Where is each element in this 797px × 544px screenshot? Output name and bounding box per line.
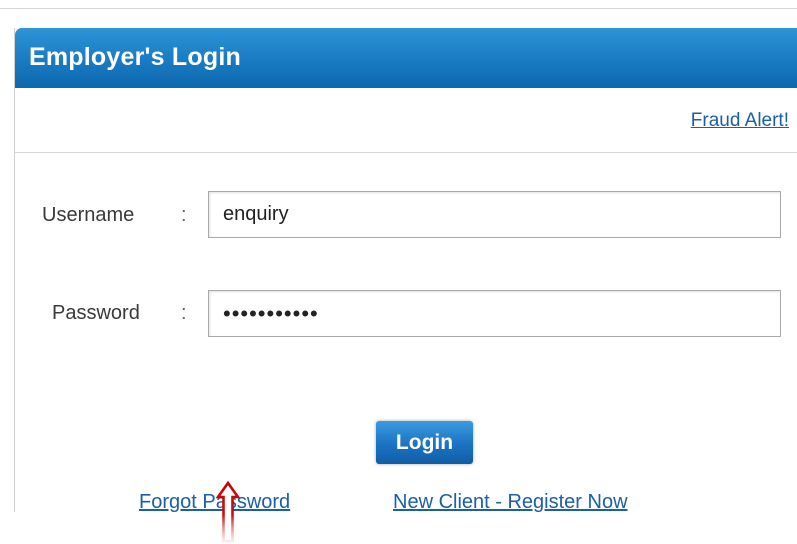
employer-login-panel: Employer's Login Fraud Alert! Username :… (14, 28, 797, 514)
password-label: Password (52, 302, 140, 324)
fraud-alert-link[interactable]: Fraud Alert! (691, 110, 789, 132)
login-button[interactable]: Login (376, 421, 473, 464)
header-divider (15, 152, 797, 153)
top-divider (0, 8, 797, 9)
username-label: Username (42, 204, 135, 226)
password-separator: : (181, 302, 187, 324)
register-now-link[interactable]: New Client - Register Now (393, 491, 628, 514)
forgot-password-link[interactable]: Forgot Password (139, 491, 290, 514)
panel-header: Employer's Login (15, 28, 797, 88)
panel-title: Employer's Login (29, 43, 241, 71)
username-separator: : (181, 204, 187, 226)
username-input[interactable] (208, 191, 781, 238)
password-input[interactable] (208, 290, 781, 337)
up-arrow-icon (216, 480, 240, 543)
